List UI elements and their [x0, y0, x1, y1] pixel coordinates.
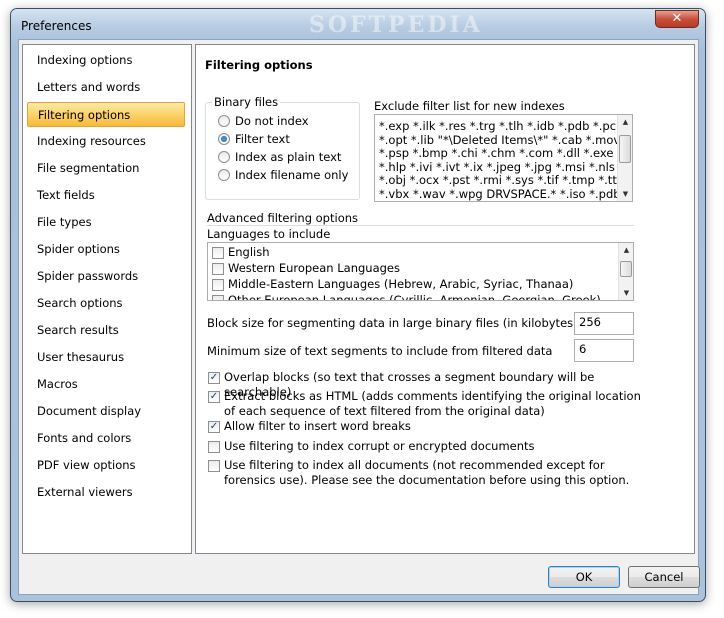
sidebar-item-search-options[interactable]: Search options	[27, 291, 185, 316]
languages-label: Languages to include	[207, 227, 331, 241]
scroll-down-icon[interactable]: ▼	[619, 286, 633, 300]
title-bar[interactable]: Preferences SOFTPEDIA ✕	[11, 9, 705, 39]
dialog-client: Indexing options Letters and words Filteri…	[18, 39, 700, 595]
exclude-filter-label: Exclude filter list for new indexes	[374, 99, 565, 113]
min-size-label: Minimum size of text segments to include…	[207, 344, 553, 358]
close-button[interactable]: ✕	[655, 10, 699, 28]
sidebar-item-document-display[interactable]: Document display	[27, 399, 185, 424]
scroll-thumb[interactable]	[619, 135, 631, 163]
sidebar-item-letters-and-words[interactable]: Letters and words	[27, 75, 185, 100]
sidebar-item-pdf-view-options[interactable]: PDF view options	[27, 453, 185, 478]
sidebar-item-search-results[interactable]: Search results	[27, 318, 185, 343]
radio-button[interactable]	[218, 151, 230, 163]
sidebar-item-spider-passwords[interactable]: Spider passwords	[27, 264, 185, 289]
language-label: Other European Languages (Cyrillic, Arme…	[228, 293, 601, 301]
sidebar-item-text-fields[interactable]: Text fields	[27, 183, 185, 208]
category-list[interactable]: Indexing options Letters and words Filteri…	[22, 44, 192, 554]
option-checkbox[interactable]: ✓	[208, 421, 220, 433]
filter-line: *.hlp *.ivi *.ivt *.ix *.jpeg *.jpg *.ms…	[379, 159, 615, 174]
block-size-input[interactable]: 256	[574, 312, 634, 335]
binary-files-label: Binary files	[212, 95, 281, 109]
filtering-options-panel: Filtering options Binary files Do not in…	[195, 44, 695, 554]
option-checkbox[interactable]: ✓	[208, 391, 220, 403]
language-checkbox[interactable]	[212, 295, 224, 300]
filter-line: *.obj *.ocx *.pst *.rmi *.sys *.tif *.tm…	[379, 173, 621, 187]
option-label[interactable]: Overlap blocks (so text that crosses a s…	[224, 370, 644, 399]
filter-line: *.exp *.ilk *.res *.trg *.tlh *.idb *.pd…	[379, 119, 624, 133]
radio-button[interactable]	[218, 169, 230, 181]
sidebar-item-user-thesaurus[interactable]: User thesaurus	[27, 345, 185, 370]
advanced-filtering-label: Advanced filtering options	[207, 211, 359, 225]
option-checkbox[interactable]: ✓	[208, 372, 220, 384]
sidebar-item-indexing-options[interactable]: Indexing options	[27, 48, 185, 73]
option-checkbox[interactable]	[208, 460, 220, 472]
language-label: Middle-Eastern Languages (Hebrew, Arabic…	[228, 277, 574, 291]
scroll-thumb[interactable]	[620, 261, 632, 277]
languages-list[interactable]: English Western European Languages Middle-…	[207, 242, 634, 301]
language-checkbox[interactable]	[212, 263, 224, 275]
filter-line: *.opt *.lib "*\Deleted Items\*" *.cab *.…	[379, 132, 621, 147]
radio-button[interactable]	[218, 115, 230, 127]
radio-button[interactable]	[218, 133, 230, 145]
sidebar-item-file-segmentation[interactable]: File segmentation	[27, 156, 185, 181]
filter-line: *.vbx *.wav *.wpg DRVSPACE.* *.iso *.pdb	[379, 186, 621, 201]
language-label: Western European Languages	[228, 261, 400, 275]
language-checkbox[interactable]	[212, 279, 224, 291]
language-checkbox[interactable]	[212, 247, 224, 259]
radio-label[interactable]: Do not index	[235, 114, 309, 128]
sidebar-item-fonts-and-colors[interactable]: Fonts and colors	[27, 426, 185, 451]
radio-label[interactable]: Filter text	[235, 132, 290, 146]
sidebar-item-indexing-resources[interactable]: Indexing resources	[27, 129, 185, 154]
scroll-down-icon[interactable]: ▼	[618, 187, 632, 201]
cancel-button[interactable]: Cancel	[628, 566, 700, 588]
preferences-window: Preferences SOFTPEDIA ✕ Indexing options…	[10, 8, 706, 602]
exclude-filter-textarea[interactable]: *.exp *.ilk *.res *.trg *.tlh *.idb *.pd…	[374, 114, 633, 202]
sidebar-item-external-viewers[interactable]: External viewers	[27, 480, 185, 505]
scroll-up-icon[interactable]: ▲	[619, 243, 633, 257]
language-label: English	[228, 245, 270, 259]
option-label[interactable]: Use filtering to index corrupt or encryp…	[224, 439, 644, 454]
sidebar-item-filtering-options[interactable]: Filtering options	[27, 102, 185, 127]
filter-line: *.psp *.bmp *.chi *.chm *.com *.dll *.ex…	[379, 146, 633, 160]
scroll-up-icon[interactable]: ▲	[618, 115, 632, 129]
option-checkbox[interactable]	[208, 441, 220, 453]
watermark-logo: SOFTPEDIA	[309, 12, 483, 38]
option-label[interactable]: Allow filter to insert word breaks	[224, 419, 644, 434]
radio-label[interactable]: Index filename only	[235, 168, 348, 182]
block-size-label: Block size for segmenting data in large …	[207, 316, 578, 330]
languages-scrollbar[interactable]: ▲ ▼	[618, 243, 633, 300]
option-label[interactable]: Use filtering to index all documents (no…	[224, 458, 644, 488]
option-label[interactable]: Extract blocks as HTML (adds comments id…	[224, 389, 644, 419]
radio-label[interactable]: Index as plain text	[235, 150, 341, 164]
sidebar-item-macros[interactable]: Macros	[27, 372, 185, 397]
window-title: Preferences	[21, 19, 92, 33]
min-size-input[interactable]: 6	[574, 339, 634, 362]
ok-button[interactable]: OK	[548, 566, 620, 588]
sidebar-item-spider-options[interactable]: Spider options	[27, 237, 185, 262]
separator-line	[207, 225, 634, 226]
panel-title: Filtering options	[205, 58, 313, 72]
sidebar-item-file-types[interactable]: File types	[27, 210, 185, 235]
filter-scrollbar[interactable]: ▲ ▼	[617, 115, 632, 201]
